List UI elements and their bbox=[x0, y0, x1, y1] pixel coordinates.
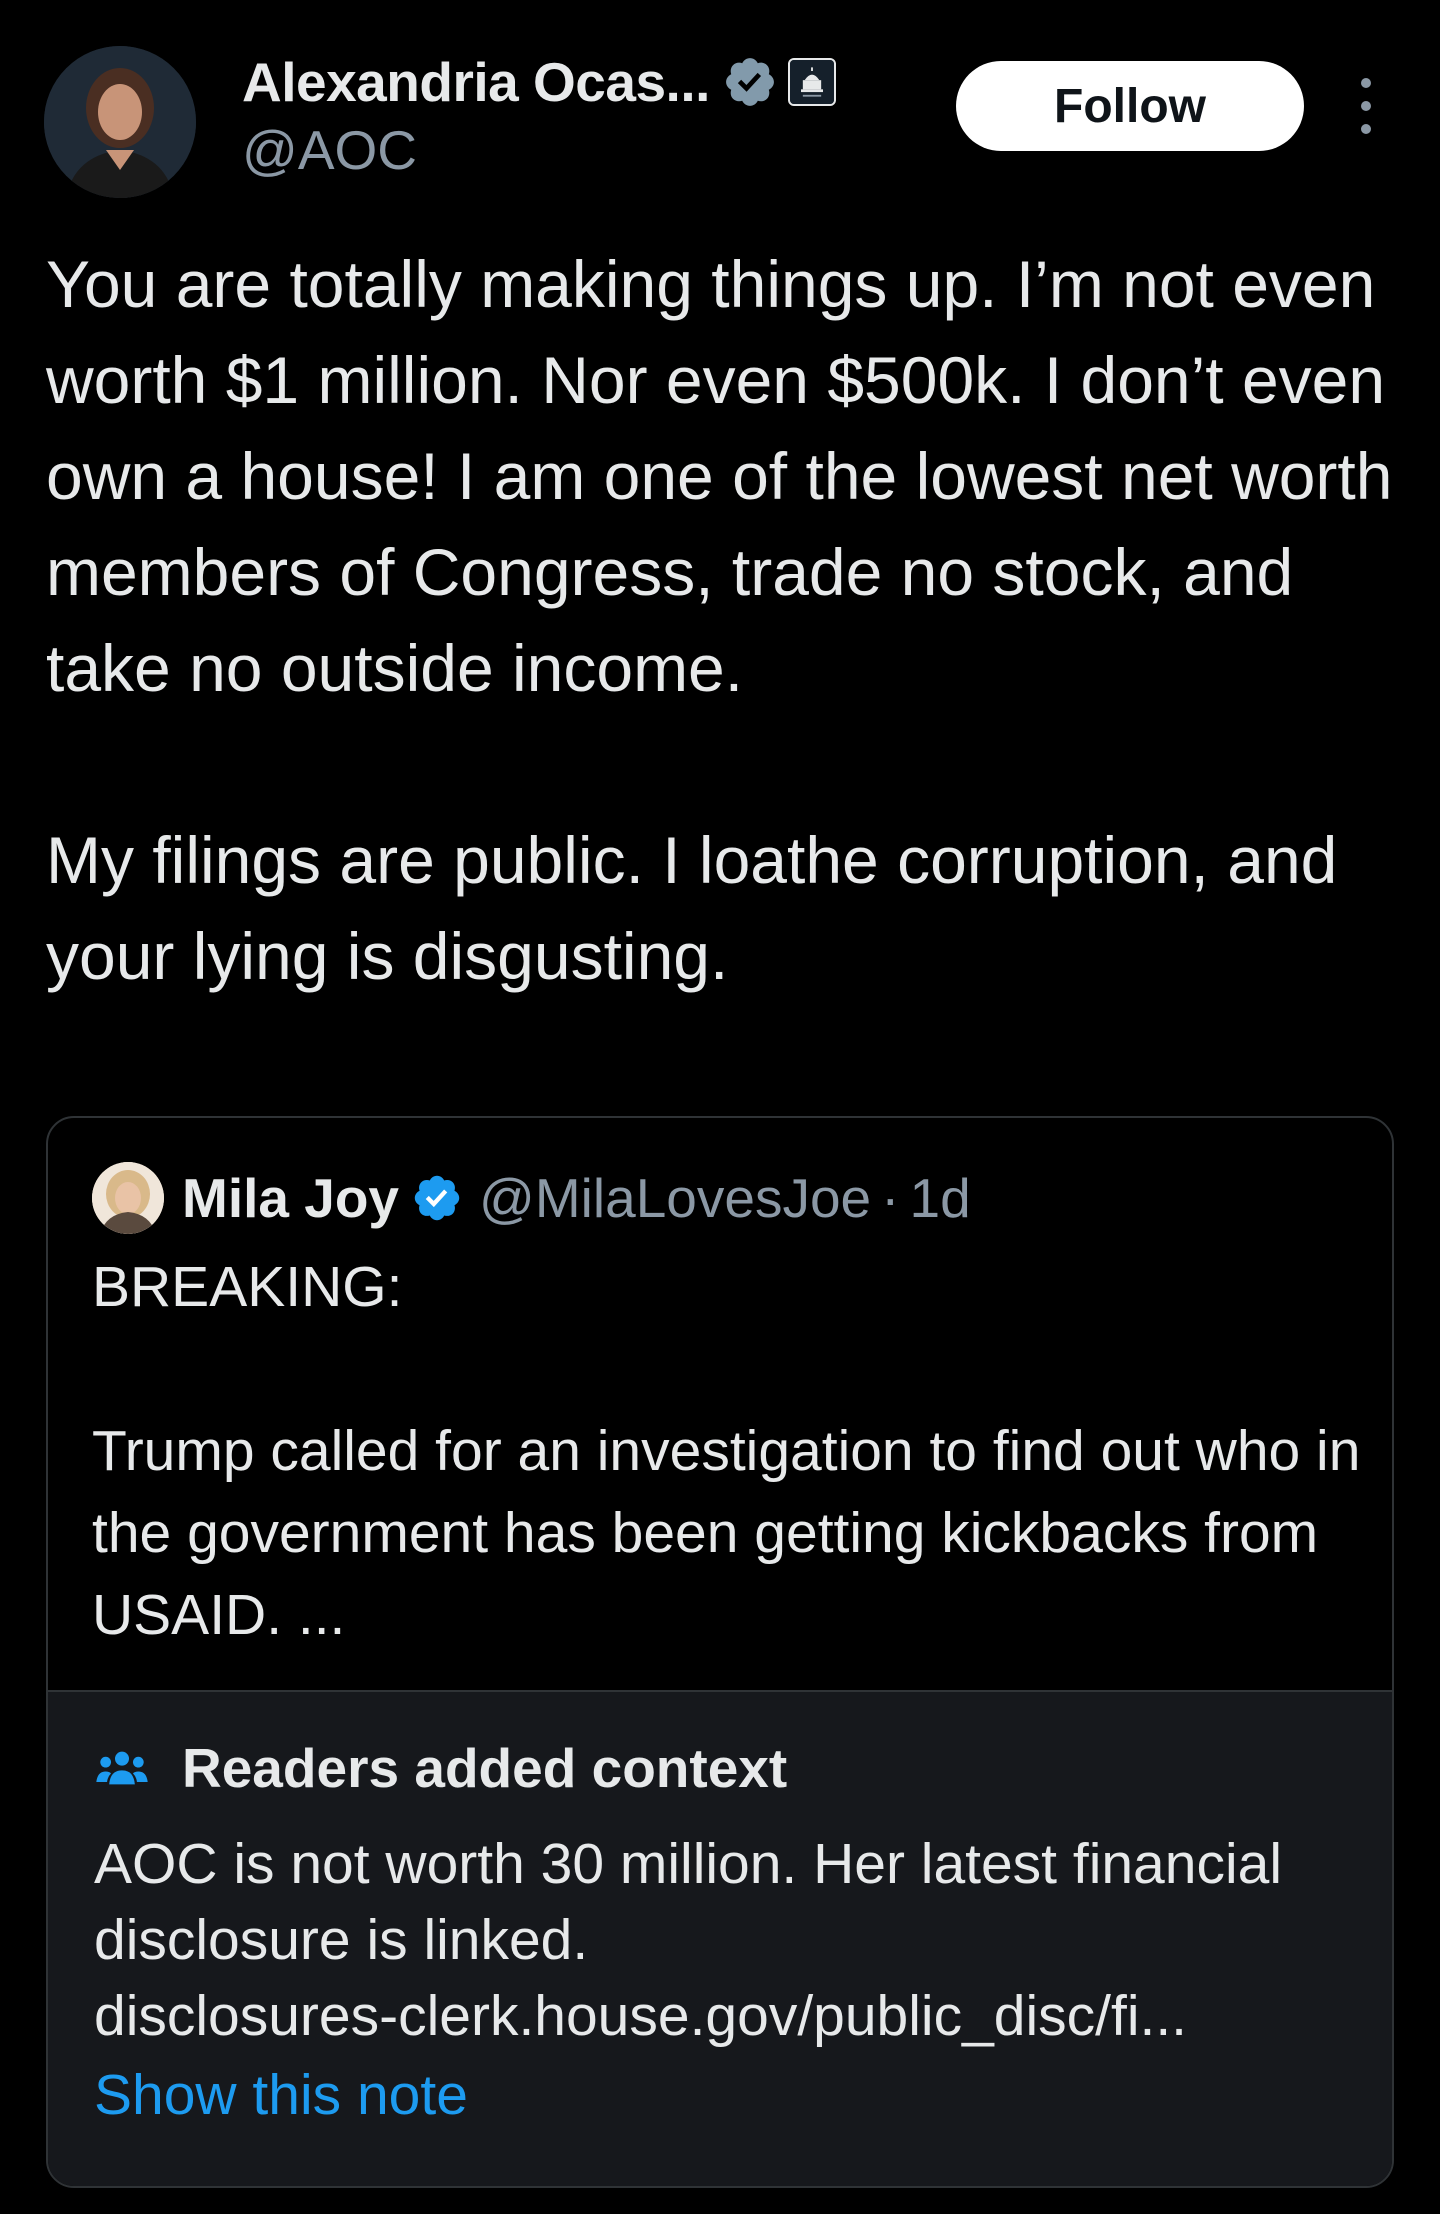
dot-separator: · bbox=[881, 1167, 900, 1229]
quoted-tweet-time[interactable]: 1d bbox=[909, 1166, 970, 1230]
tweet-header: Alexandria Ocas... @AOC Follow bbox=[0, 0, 1440, 210]
community-note-header: Readers added context bbox=[94, 1736, 787, 1800]
capitol-badge-icon bbox=[787, 58, 836, 106]
verified-badge-icon bbox=[725, 58, 774, 106]
quoted-tweet-paragraph: Trump called for an investigation to fin… bbox=[92, 1419, 1361, 1647]
quoted-author-avatar[interactable] bbox=[92, 1162, 164, 1234]
quoted-tweet-body: BREAKING: Trump called for an investigat… bbox=[92, 1246, 1362, 1656]
quoted-tweet-paragraph: BREAKING: bbox=[92, 1255, 403, 1319]
readers-icon bbox=[96, 1751, 148, 1785]
tweet-paragraph: You are totally making things up. I’m no… bbox=[46, 247, 1393, 705]
follow-button[interactable]: Follow bbox=[956, 61, 1304, 151]
community-note-line: disclosure is linked. bbox=[94, 1908, 589, 1972]
author-display-name[interactable]: Alexandria Ocas... bbox=[242, 50, 710, 114]
community-note-text: AOC is not worth 30 million. Her latest … bbox=[94, 1826, 1364, 2054]
author-name-row: Alexandria Ocas... bbox=[242, 46, 836, 118]
quoted-author-handle[interactable]: @MilaLovesJoe bbox=[479, 1166, 871, 1230]
community-note-line: AOC is not worth 30 million. Her latest … bbox=[94, 1832, 1282, 1896]
quoted-author-name[interactable]: Mila Joy bbox=[182, 1166, 399, 1230]
community-note: Readers added context AOC is not worth 3… bbox=[48, 1690, 1392, 2186]
quoted-tweet-header: Mila Joy @MilaLovesJoe · 1d bbox=[92, 1162, 971, 1234]
quoted-tweet-card[interactable]: Mila Joy @MilaLovesJoe · 1d BREAKING: Tr… bbox=[46, 1116, 1394, 2188]
community-note-link[interactable]: disclosures-clerk.house.gov/public_disc/… bbox=[94, 1978, 1364, 2054]
verified-badge-icon bbox=[414, 1175, 460, 1221]
community-note-title: Readers added context bbox=[182, 1737, 788, 1799]
author-handle[interactable]: @AOC bbox=[242, 118, 417, 182]
tweet-paragraph: My filings are public. I loathe corrupti… bbox=[46, 823, 1338, 993]
more-vertical-icon[interactable] bbox=[1346, 78, 1386, 134]
tweet-body: You are totally making things up. I’m no… bbox=[46, 236, 1406, 1004]
author-avatar[interactable] bbox=[44, 46, 196, 198]
show-note-link[interactable]: Show this note bbox=[94, 2062, 468, 2128]
